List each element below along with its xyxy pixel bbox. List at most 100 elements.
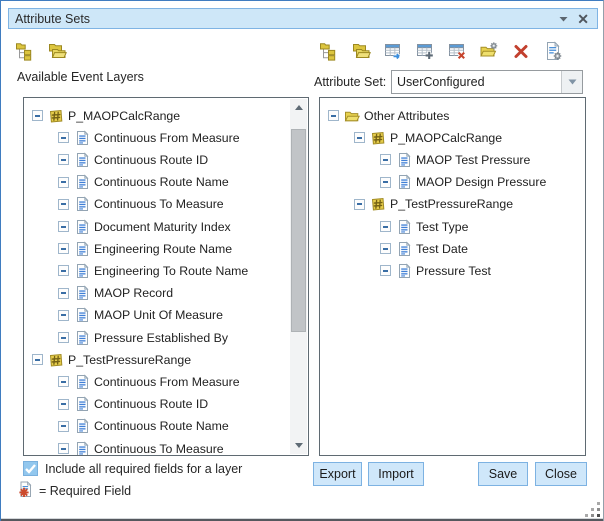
tree-item[interactable]: P_TestPressureRange xyxy=(24,349,289,370)
field-icon xyxy=(396,241,412,257)
tree-item[interactable]: P_MAOPCalcRange xyxy=(24,105,289,126)
collapse-toggle[interactable] xyxy=(58,243,69,254)
collapse-toggle[interactable] xyxy=(58,199,69,210)
collapse-toggle[interactable] xyxy=(58,221,69,232)
minus-icon xyxy=(357,137,362,139)
delete-button[interactable] xyxy=(510,40,532,62)
tree-item[interactable]: Continuous Route Name xyxy=(24,172,289,193)
open-folders-button-2[interactable] xyxy=(350,40,372,62)
tree-item[interactable]: Test Date xyxy=(320,238,583,259)
minus-icon xyxy=(383,159,388,161)
minus-icon xyxy=(357,203,362,205)
collapse-toggle[interactable] xyxy=(58,399,69,410)
table-add-icon xyxy=(415,41,435,61)
attribute-set-select[interactable]: UserConfigured xyxy=(391,70,583,94)
tree-item[interactable]: Continuous Route ID xyxy=(24,394,289,415)
collapse-toggle[interactable] xyxy=(380,265,391,276)
attribute-set-tree: Other AttributesP_MAOPCalcRangeMAOP Test… xyxy=(319,97,586,456)
tree-item[interactable]: P_MAOPCalcRange xyxy=(320,127,583,148)
open-folders-button[interactable] xyxy=(46,40,68,62)
collapse-toggle[interactable] xyxy=(380,154,391,165)
collapse-toggle[interactable] xyxy=(32,110,43,121)
field-icon xyxy=(74,330,90,346)
table-remove-button[interactable] xyxy=(446,40,468,62)
table-remove-icon xyxy=(447,41,467,61)
close-dialog-button[interactable]: Close xyxy=(535,462,587,486)
collapse-toggle[interactable] xyxy=(58,310,69,321)
tree-item[interactable]: Continuous From Measure xyxy=(24,127,289,148)
tree-item[interactable]: Test Type xyxy=(320,216,583,237)
table-add-button[interactable] xyxy=(414,40,436,62)
collapse-button[interactable] xyxy=(558,14,568,24)
collapse-toggle[interactable] xyxy=(58,132,69,143)
minus-icon xyxy=(383,181,388,183)
tree-item[interactable]: Engineering Route Name xyxy=(24,238,289,259)
save-button[interactable]: Save xyxy=(478,462,528,486)
collapse-toggle[interactable] xyxy=(58,421,69,432)
collapse-toggle[interactable] xyxy=(380,221,391,232)
event-layer-icon xyxy=(48,108,64,124)
tree-item[interactable]: MAOP Design Pressure xyxy=(320,172,583,193)
close-button[interactable]: ✕ xyxy=(577,12,589,26)
open-folders-icon xyxy=(47,41,67,61)
scroll-down-button[interactable] xyxy=(290,437,307,454)
collapse-toggle[interactable] xyxy=(380,243,391,254)
tree-item[interactable]: Pressure Test xyxy=(320,260,583,281)
tree-item[interactable]: Continuous Route ID xyxy=(24,149,289,170)
tree-item-label: MAOP Unit Of Measure xyxy=(94,308,223,322)
collapse-toggle[interactable] xyxy=(380,177,391,188)
tree-item[interactable]: Continuous Route Name xyxy=(24,416,289,437)
collapse-toggle[interactable] xyxy=(354,199,365,210)
tree-item[interactable]: Engineering To Route Name xyxy=(24,260,289,281)
tree-item-label: P_MAOPCalcRange xyxy=(68,109,180,123)
export-button[interactable]: Export xyxy=(313,462,362,486)
page-settings-button[interactable] xyxy=(542,40,564,62)
collapse-toggle[interactable] xyxy=(58,376,69,387)
collapse-toggle[interactable] xyxy=(58,332,69,343)
tree-item[interactable]: MAOP Test Pressure xyxy=(320,149,583,170)
collapse-toggle[interactable] xyxy=(58,177,69,188)
field-icon xyxy=(74,418,90,434)
field-icon xyxy=(74,219,90,235)
tree-item-label: P_TestPressureRange xyxy=(390,197,513,211)
minus-icon xyxy=(61,314,66,316)
collapse-toggle[interactable] xyxy=(32,354,43,365)
scroll-up-button[interactable] xyxy=(290,99,307,116)
layers-tree-icon xyxy=(319,41,339,61)
tree-item[interactable]: Continuous From Measure xyxy=(24,371,289,392)
collapse-toggle[interactable] xyxy=(354,132,365,143)
field-icon xyxy=(74,441,90,457)
layers-tree-button[interactable] xyxy=(14,40,36,62)
minus-icon xyxy=(383,248,388,250)
tree-item[interactable]: Pressure Established By xyxy=(24,327,289,348)
minus-icon xyxy=(61,137,66,139)
collapse-toggle[interactable] xyxy=(58,154,69,165)
tree-item[interactable]: Document Maturity Index xyxy=(24,216,289,237)
collapse-toggle[interactable] xyxy=(58,288,69,299)
tree-item-label: Continuous Route Name xyxy=(94,175,229,189)
scrollbar-thumb[interactable] xyxy=(291,129,306,332)
field-icon xyxy=(74,196,90,212)
minus-icon xyxy=(61,425,66,427)
attribute-set-value: UserConfigured xyxy=(392,75,561,89)
window-title: Attribute Sets xyxy=(9,12,90,26)
layers-tree-button-2[interactable] xyxy=(318,40,340,62)
tree-item[interactable]: MAOP Record xyxy=(24,283,289,304)
tree-item[interactable]: Continuous To Measure xyxy=(24,438,289,456)
minus-icon xyxy=(61,181,66,183)
tree-item[interactable]: MAOP Unit Of Measure xyxy=(24,305,289,326)
dropdown-button[interactable] xyxy=(561,71,582,93)
scrollbar[interactable] xyxy=(290,99,307,454)
tree-item[interactable]: P_TestPressureRange xyxy=(320,194,583,215)
import-button[interactable]: Import xyxy=(368,462,424,486)
titlebar: Attribute Sets ✕ xyxy=(8,8,598,29)
include-required-checkbox[interactable] xyxy=(23,461,38,476)
tree-item[interactable]: Continuous To Measure xyxy=(24,194,289,215)
tree-item[interactable]: Other Attributes xyxy=(320,105,583,126)
table-export-button[interactable] xyxy=(382,40,404,62)
folder-settings-button[interactable] xyxy=(478,40,500,62)
attribute-set-label: Attribute Set: xyxy=(314,75,386,89)
collapse-toggle[interactable] xyxy=(58,265,69,276)
collapse-toggle[interactable] xyxy=(328,110,339,121)
collapse-toggle[interactable] xyxy=(58,443,69,454)
